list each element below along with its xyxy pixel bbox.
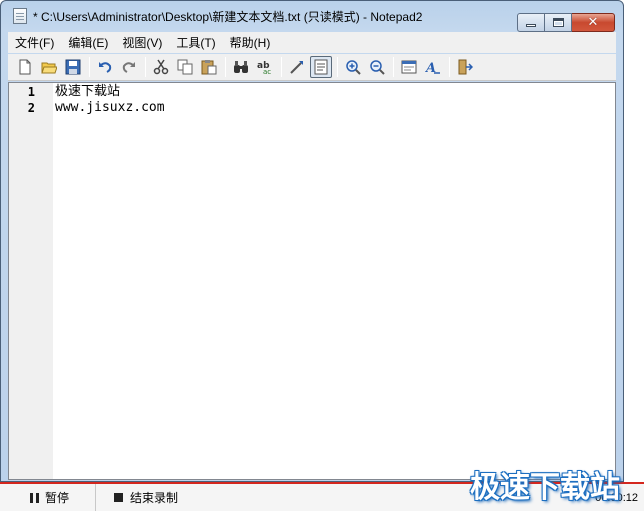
menu-view[interactable]: 视图(V) (115, 34, 169, 51)
menu-edit[interactable]: 编辑(E) (61, 34, 115, 51)
title-bar[interactable]: * C:\Users\Administrator\Desktop\新建文本文档.… (1, 1, 623, 32)
pause-label: 暂停 (45, 491, 70, 505)
line-number: 1 (27, 85, 35, 99)
toolbar-separator (337, 57, 338, 77)
find-button[interactable] (230, 56, 252, 78)
toolbar-separator (89, 57, 90, 77)
toolbar-separator (145, 57, 146, 77)
cut-icon (153, 59, 169, 75)
paste-icon (201, 60, 217, 75)
cut-button[interactable] (150, 56, 172, 78)
zoom-in-button[interactable] (342, 56, 364, 78)
line-number-gutter: 1 2 (9, 83, 53, 479)
toolbar-separator (449, 57, 450, 77)
toolbar-separator (393, 57, 394, 77)
menu-help[interactable]: 帮助(H) (223, 34, 278, 51)
save-icon (65, 59, 81, 75)
notepad-app-icon[interactable] (13, 8, 27, 24)
word-wrap-button[interactable] (286, 56, 308, 78)
toolbar-separator (225, 57, 226, 77)
find-icon (234, 61, 248, 73)
open-file-button[interactable] (38, 56, 60, 78)
exit-button[interactable] (454, 56, 476, 78)
minimize-icon (526, 23, 536, 27)
redo-icon (122, 62, 135, 73)
zoom-out-button[interactable] (366, 56, 388, 78)
menu-bar: 文件(F) 编辑(E) 视图(V) 工具(T) 帮助(H) (8, 32, 616, 53)
close-icon: ✕ (587, 15, 599, 30)
toolbar: ab ac A (8, 54, 616, 81)
text-line[interactable]: 极速下载站 (55, 84, 615, 100)
replace-button[interactable]: ab ac (254, 56, 276, 78)
paste-button[interactable] (198, 56, 220, 78)
close-button[interactable]: ✕ (572, 13, 615, 32)
window-controls: ✕ (517, 13, 615, 32)
copy-icon (177, 59, 193, 75)
new-file-button[interactable] (14, 56, 36, 78)
svg-text:ac: ac (263, 68, 271, 75)
editor-area[interactable]: 1 2 极速下载站 www.jisuxz.com (8, 82, 616, 480)
undo-button[interactable] (94, 56, 116, 78)
maximize-button[interactable] (545, 13, 572, 32)
exit-icon (458, 59, 473, 75)
replace-icon: abac (257, 61, 271, 75)
copy-button[interactable] (174, 56, 196, 78)
zoom-out-icon (370, 60, 385, 75)
font-button[interactable]: A (422, 56, 444, 78)
view-whitespace-icon (314, 59, 328, 75)
screen: * C:\Users\Administrator\Desktop\新建文本文档.… (0, 0, 644, 511)
text-line[interactable]: www.jisuxz.com (55, 100, 615, 116)
font-icon: A (425, 61, 440, 75)
minimize-button[interactable] (517, 13, 545, 32)
stop-recording-button[interactable]: 结束录制 (96, 484, 178, 511)
stop-icon (114, 493, 124, 502)
open-folder-icon (41, 62, 57, 74)
pause-icon (30, 492, 39, 503)
scheme-icon (401, 60, 417, 74)
menu-tools[interactable]: 工具(T) (169, 34, 222, 51)
wrap-icon (290, 61, 303, 74)
window-title: * C:\Users\Administrator\Desktop\新建文本文档.… (33, 9, 423, 24)
undo-icon (99, 62, 112, 73)
site-watermark: 极速下载站 (470, 470, 620, 505)
scheme-button[interactable] (398, 56, 420, 78)
new-file-icon (19, 59, 31, 75)
toolbar-separator (281, 57, 282, 77)
maximize-icon (552, 18, 564, 27)
line-number: 2 (27, 101, 35, 115)
save-button[interactable] (62, 56, 84, 78)
zoom-in-icon (346, 60, 361, 75)
redo-button[interactable] (118, 56, 140, 78)
stop-label: 结束录制 (130, 491, 179, 505)
menu-file[interactable]: 文件(F) (8, 34, 61, 51)
desktop-background (625, 0, 644, 482)
view-whitespace-button[interactable] (310, 56, 332, 78)
pause-recording-button[interactable]: 暂停 (0, 484, 97, 511)
text-content[interactable]: 极速下载站 www.jisuxz.com (53, 83, 615, 479)
